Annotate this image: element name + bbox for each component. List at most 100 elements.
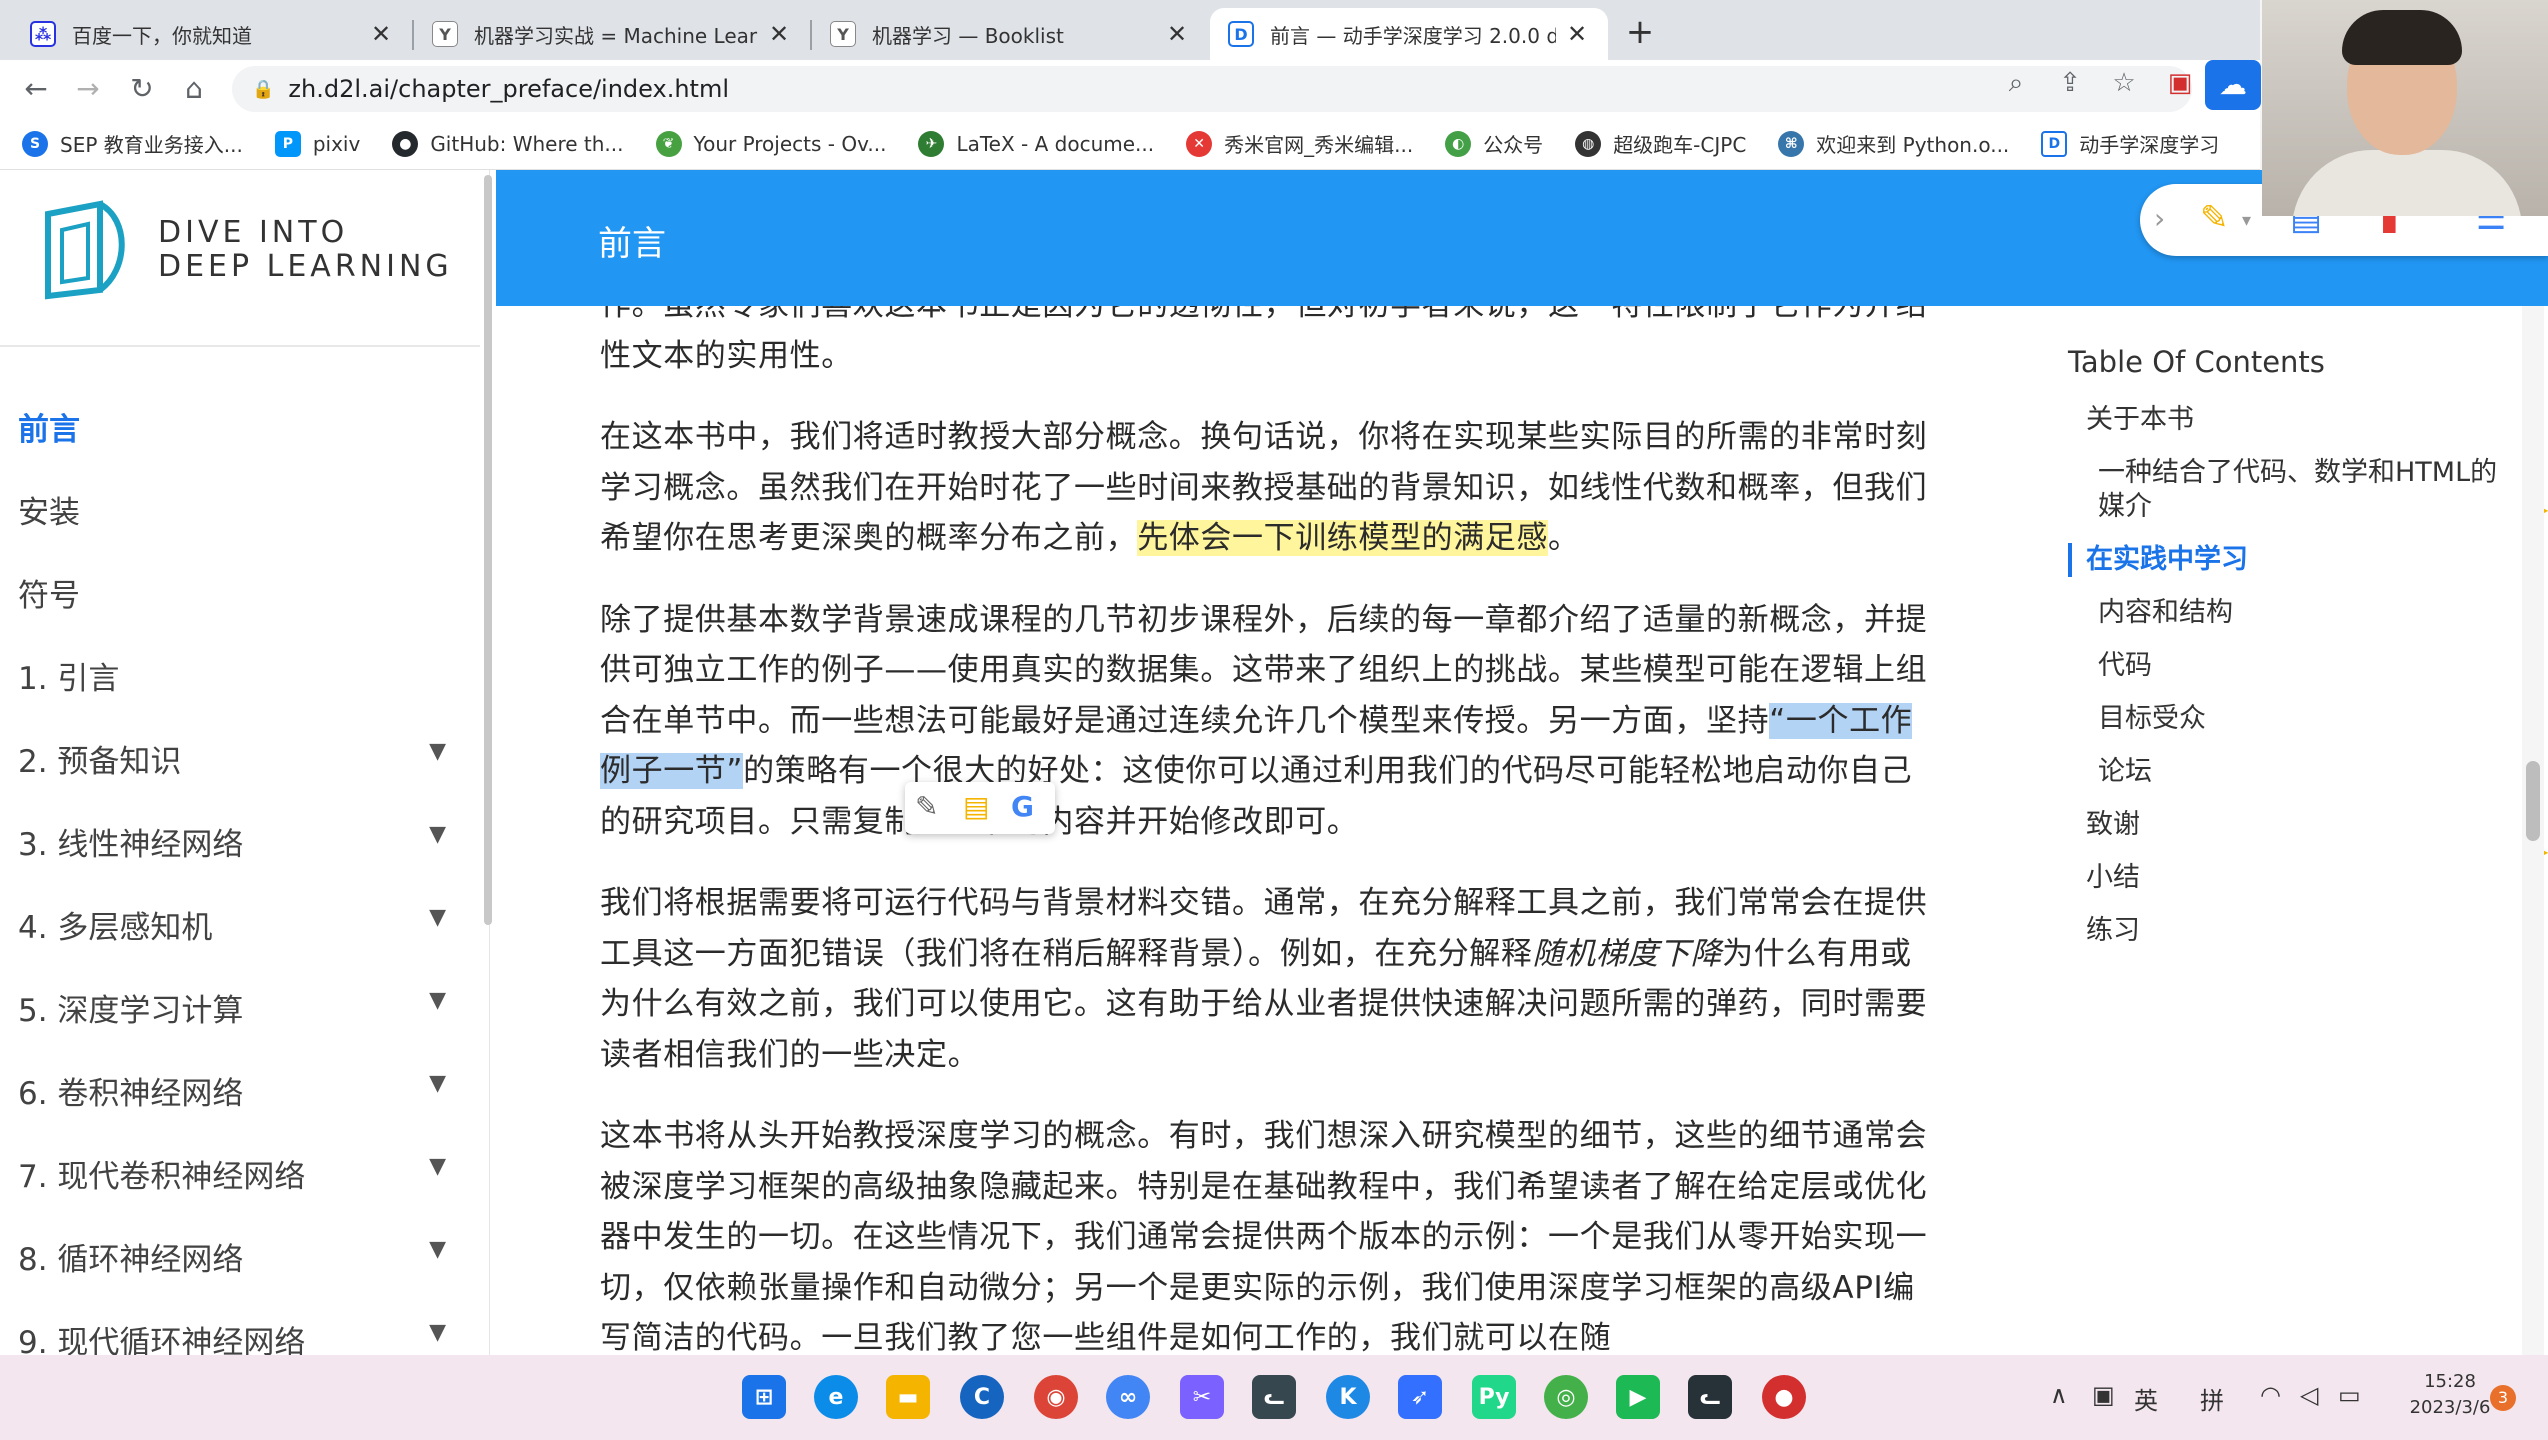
chevron-down-icon[interactable]: ▼ (429, 1154, 446, 1179)
back-button[interactable]: ← (14, 68, 58, 110)
toc-item[interactable]: 一种结合了代码、数学和HTML的媒介 (2068, 456, 2508, 524)
new-tab-button[interactable]: + (1620, 12, 1660, 52)
file-explorer-icon[interactable]: ▬ (886, 1375, 930, 1419)
bookmark-item[interactable]: ◍ 超级跑车-CJPC (1575, 129, 1746, 158)
chevron-down-icon[interactable]: ▼ (429, 739, 446, 764)
toc-item[interactable]: 关于本书 (2068, 403, 2508, 437)
scrollbar-thumb[interactable] (2526, 761, 2540, 841)
tab-close-icon[interactable]: ✕ (766, 20, 792, 48)
nav-item-notation[interactable]: 符号 (0, 551, 480, 634)
tab-close-icon[interactable]: ✕ (1564, 20, 1590, 48)
d2l-logo[interactable]: DIVE INTO DEEP LEARNING (40, 200, 453, 300)
toc-item[interactable]: 论坛 (2068, 755, 2508, 789)
chevron-up-icon[interactable]: ∧ (2050, 1381, 2068, 1409)
nav-item-install[interactable]: 安装 (0, 468, 480, 551)
home-button[interactable]: ⌂ (172, 68, 216, 110)
highlighter-pen-icon[interactable]: ✎ (2200, 198, 2229, 238)
bookmark-label: 动手学深度学习 (2079, 133, 2220, 157)
nav-item-cnn[interactable]: 6. 卷积神经网络 ▼ (0, 1049, 480, 1132)
ime-mode[interactable]: 拼 (2200, 1381, 2224, 1416)
google-search-icon[interactable]: G (1011, 790, 1034, 823)
cat-app-icon[interactable]: ᓚ (1252, 1375, 1296, 1419)
record-icon[interactable]: ● (1762, 1375, 1806, 1419)
system-clock[interactable]: 15:28 2023/3/6 (2400, 1369, 2500, 1421)
pycharm-icon[interactable]: Py (1472, 1375, 1516, 1419)
nav-item-introduction[interactable]: 1. 引言 (0, 634, 480, 717)
chevron-right-icon[interactable]: › (2154, 202, 2165, 235)
toc-item[interactable]: 致谢 (2068, 808, 2508, 842)
nav-item-linear-networks[interactable]: 3. 线性神经网络 ▼ (0, 800, 480, 883)
pen-icon[interactable]: ✎ (915, 790, 938, 823)
d2l-book-logo-icon (45, 200, 125, 300)
nav-item-dl-computation[interactable]: 5. 深度学习计算 ▼ (0, 966, 480, 1049)
baidu-netdisk-icon[interactable]: ∞ (1106, 1375, 1150, 1419)
bookmark-item[interactable]: D 动手学深度学习 (2041, 129, 2219, 158)
page-scrollbar[interactable] (2522, 306, 2544, 1355)
baidu-netdisk-icon[interactable]: ☁ (2205, 60, 2261, 110)
dropdown-caret-icon[interactable]: ▾ (2242, 210, 2251, 231)
address-bar[interactable]: 🔒 zh.d2l.ai/chapter_preface/index.html (232, 66, 2192, 112)
browser-tab[interactable]: ⁂ 百度一下，你就知道 ✕ (12, 8, 412, 60)
chrome-icon[interactable]: ◉ (1034, 1375, 1078, 1419)
bookmark-item[interactable]: Ppixiv (274, 130, 360, 157)
lock-icon[interactable]: 🔒 (252, 79, 274, 100)
zoom-icon[interactable]: ⌕ (1996, 68, 2036, 99)
browser-toolbar: ← → ↻ ⌂ 🔒 zh.d2l.ai/chapter_preface/inde… (0, 60, 2260, 118)
chevron-down-icon[interactable]: ▼ (429, 905, 446, 930)
bookmark-item[interactable]: ✕ 秀米官网_秀米编辑... (1186, 129, 1413, 158)
overleaf-icon: ❦ (655, 130, 682, 157)
chevron-down-icon[interactable]: ▼ (429, 988, 446, 1013)
pdf-extension-icon[interactable]: ▣ (2160, 68, 2200, 98)
toc-item[interactable]: 目标受众 (2068, 702, 2508, 736)
chevron-down-icon[interactable]: ▼ (429, 1237, 446, 1262)
battery-icon[interactable]: ▭ (2338, 1381, 2361, 1409)
share-icon[interactable]: ⇪ (2050, 68, 2090, 98)
chevron-down-icon[interactable]: ▼ (429, 822, 446, 847)
chevron-down-icon[interactable]: ▼ (429, 1071, 446, 1096)
nav-item-rnn[interactable]: 8. 循环神经网络 ▼ (0, 1215, 480, 1298)
nav-item-mlp[interactable]: 4. 多层感知机 ▼ (0, 883, 480, 966)
nav-item-label: 5. 深度学习计算 (18, 993, 244, 1029)
wifi-icon[interactable]: ◠ (2260, 1381, 2281, 1409)
browser-tab[interactable]: Y 机器学习 — Booklist ✕ (812, 8, 1208, 60)
sidebar-scrollbar[interactable] (484, 175, 492, 925)
volume-icon[interactable]: ◁ (2300, 1381, 2318, 1409)
snipping-tool-icon[interactable]: ✂ (1180, 1375, 1224, 1419)
notification-badge[interactable]: 3 (2490, 1385, 2516, 1411)
bookmark-item[interactable]: ◐ 公众号 (1445, 129, 1543, 158)
tab-title: 机器学习 — Booklist (872, 23, 1064, 48)
ime-language[interactable]: 英 (2134, 1381, 2158, 1416)
toc-item-active[interactable]: 在实践中学习 (2068, 543, 2508, 577)
chevron-down-icon[interactable]: ▼ (429, 1320, 446, 1345)
forward-button[interactable]: → (66, 68, 110, 110)
nav-item-modern-cnn[interactable]: 7. 现代卷积神经网络 ▼ (0, 1132, 480, 1215)
toc-item[interactable]: 内容和结构 (2068, 596, 2508, 630)
kugou-icon[interactable]: K (1326, 1375, 1370, 1419)
bookmark-star-icon[interactable]: ☆ (2104, 68, 2144, 98)
edge-icon[interactable]: e (814, 1375, 858, 1419)
windows-start-icon[interactable]: ⊞ (742, 1375, 786, 1419)
note-icon[interactable]: ▤ (963, 790, 989, 823)
toc-item[interactable]: 代码 (2068, 649, 2508, 683)
main-content: 作。虽然专家们喜欢这本书正是因为它的透彻性，但对初学者来说，这一特性限制了它作为… (600, 280, 1930, 1395)
browser-tab[interactable]: Y 机器学习实战 = Machine Learn ✕ (414, 8, 810, 60)
nav-item-preliminaries[interactable]: 2. 预备知识 ▼ (0, 717, 480, 800)
nav-item-preface[interactable]: 前言 (0, 385, 480, 468)
tray-app-icon[interactable]: ▣ (2092, 1381, 2115, 1409)
toc-item[interactable]: 小结 (2068, 861, 2508, 895)
bookmark-item[interactable]: ● GitHub: Where th... (392, 130, 624, 157)
reload-button[interactable]: ↻ (120, 68, 164, 110)
feishu-icon[interactable]: ➶ (1398, 1375, 1442, 1419)
tab-close-icon[interactable]: ✕ (1164, 20, 1190, 48)
tab-close-icon[interactable]: ✕ (368, 20, 394, 48)
cat-app-icon[interactable]: ᓚ (1688, 1375, 1732, 1419)
app-c-icon[interactable]: C (960, 1375, 1004, 1419)
browser-tab-active[interactable]: Ⅾ 前言 — 动手学深度学习 2.0.0 dc ✕ (1210, 8, 1608, 60)
toc-item[interactable]: 练习 (2068, 914, 2508, 948)
bookmark-item[interactable]: ⌘ 欢迎来到 Python.o... (1778, 129, 2009, 158)
bookmark-item[interactable]: ❦ Your Projects - Ov... (655, 130, 886, 157)
bookmark-item[interactable]: S SEP 教育业务接入... (22, 129, 243, 158)
bookmark-item[interactable]: ✈ LaTeX - A docume... (918, 130, 1154, 157)
anaconda-icon[interactable]: ◎ (1544, 1375, 1588, 1419)
green-app-icon[interactable]: ▶ (1616, 1375, 1660, 1419)
